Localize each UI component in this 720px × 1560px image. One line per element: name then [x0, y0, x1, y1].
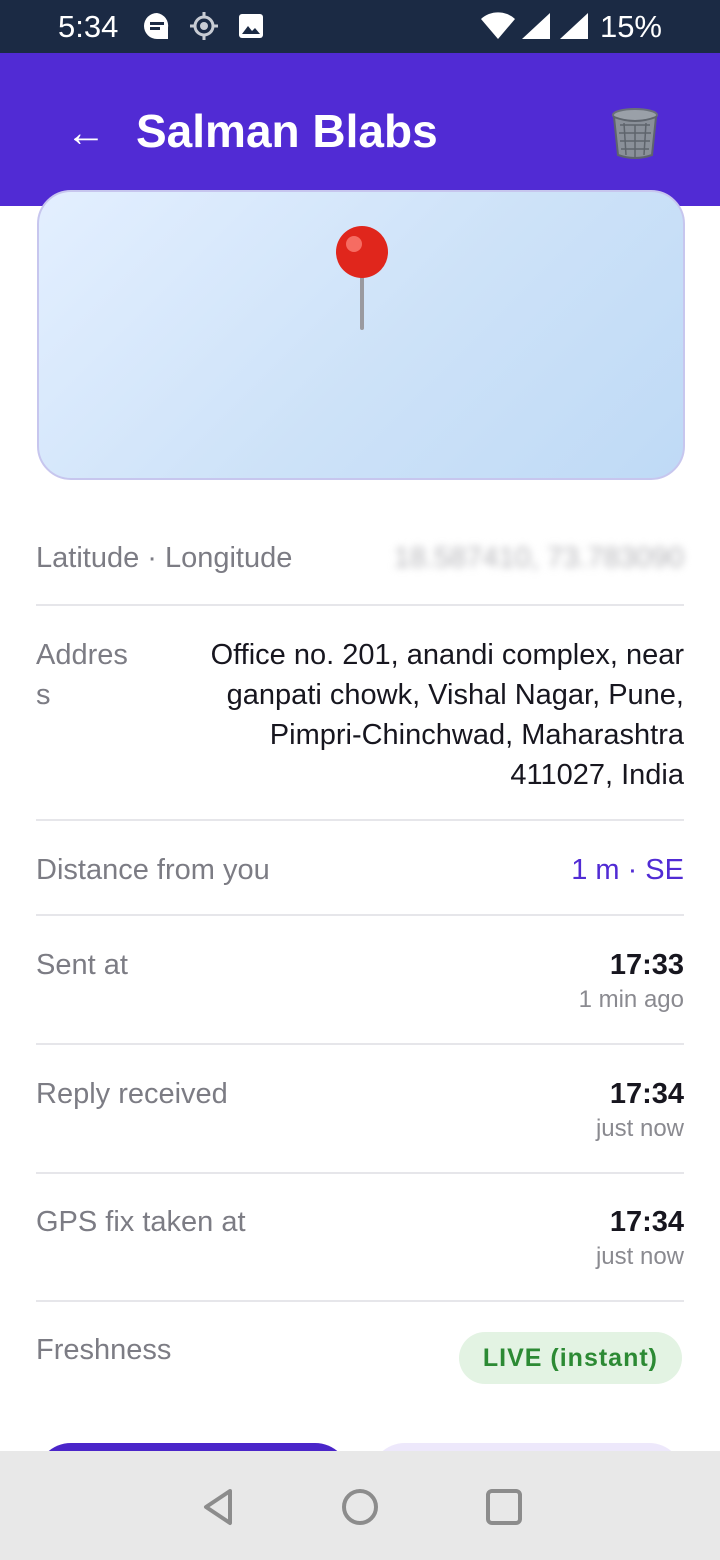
battery-level: 15%	[599, 9, 662, 44]
address-label-line2: s	[36, 679, 51, 711]
address-line: 411027, India	[510, 759, 684, 791]
reply-ago: just now	[595, 1115, 684, 1142]
freshness-label: Freshness	[36, 1334, 172, 1366]
address-line: Pimpri-Chinchwad, Maharashtra	[269, 719, 684, 751]
gps-row: GPS fix taken at 17:34 just now	[36, 1200, 684, 1280]
image-icon	[239, 14, 263, 38]
distance-label: Distance from you	[36, 854, 270, 886]
sent-ago: 1 min ago	[578, 986, 684, 1013]
nav-back-icon[interactable]	[194, 1483, 242, 1531]
divider	[36, 819, 684, 821]
divider	[36, 914, 684, 916]
address-row: Addres s Office no. 201, anandi complex,…	[36, 633, 684, 793]
map-preview[interactable]	[37, 190, 685, 480]
reply-row: Reply received 17:34 just now	[36, 1072, 684, 1152]
address-line: Office no. 201, anandi complex, near	[210, 639, 684, 671]
gps-ago: just now	[595, 1243, 684, 1270]
divider	[36, 1043, 684, 1045]
sent-row: Sent at 17:33 1 min ago	[36, 943, 684, 1023]
status-time: 5:34	[58, 9, 119, 44]
divider	[36, 1172, 684, 1174]
sent-label: Sent at	[36, 949, 128, 981]
address-label-line1: Addres	[36, 639, 128, 671]
red-pin-icon	[336, 226, 388, 330]
wifi-icon	[481, 12, 515, 39]
nav-recents-icon[interactable]	[480, 1483, 528, 1531]
sent-time: 17:33	[609, 949, 684, 981]
gps-label: GPS fix taken at	[36, 1206, 246, 1238]
trash-icon[interactable]	[606, 103, 664, 161]
page-title: Salman Blabs	[136, 105, 438, 157]
signal-icon	[560, 13, 588, 39]
latlng-value: 18.587410, 73.783090	[393, 542, 684, 574]
distance-row: Distance from you 1 m · SE	[36, 848, 684, 892]
distance-value: 1 m · SE	[571, 854, 684, 886]
latlng-row: Latitude · Longitude 18.587410, 73.78309…	[36, 536, 684, 580]
location-crosshair-icon	[190, 12, 218, 40]
nav-home-icon[interactable]	[336, 1483, 384, 1531]
app-bar: ← Salman Blabs	[0, 53, 720, 206]
latlng-label: Latitude · Longitude	[36, 542, 293, 574]
freshness-badge: LIVE (instant)	[458, 1332, 682, 1384]
signal-icon	[522, 13, 550, 39]
message-icon	[144, 13, 169, 39]
divider	[36, 604, 684, 606]
freshness-row: Freshness LIVE (instant)	[36, 1330, 684, 1390]
back-button[interactable]: ←	[60, 109, 112, 157]
system-nav-bar	[0, 1451, 720, 1560]
reply-label: Reply received	[36, 1078, 228, 1110]
reply-time: 17:34	[609, 1078, 684, 1110]
address-line: ganpati chowk, Vishal Nagar, Pune,	[226, 679, 684, 711]
status-bar: 5:34 15%	[0, 0, 720, 53]
divider	[36, 1300, 684, 1302]
gps-time: 17:34	[609, 1206, 684, 1238]
